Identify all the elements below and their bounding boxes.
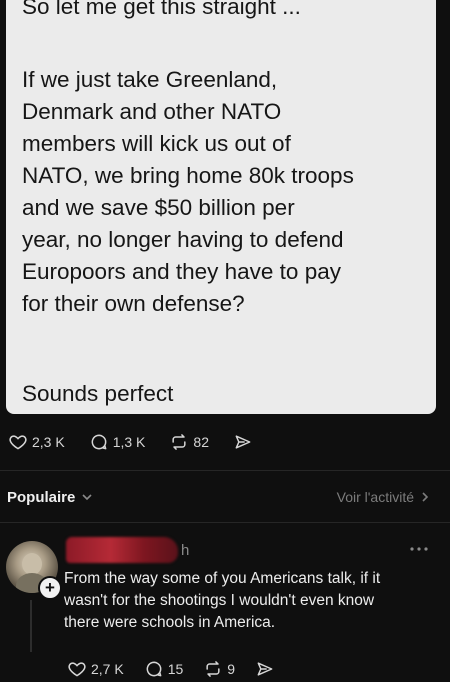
- post-repost-count: 82: [193, 434, 209, 450]
- post-line: members will kick us out of: [22, 131, 291, 156]
- post-reply-count: 1,3 K: [112, 434, 146, 450]
- reply-line: From the way some of you Americans talk,…: [64, 570, 381, 587]
- post-line: year, no longer having to defend: [22, 227, 344, 252]
- post-line: and we save $50 billion per: [22, 195, 295, 220]
- follow-plus-icon[interactable]: +: [38, 576, 62, 600]
- thread-line: [30, 600, 32, 652]
- reply-action-bar: 2,7 K 15 9: [67, 658, 299, 680]
- reply-timestamp: h: [181, 542, 190, 559]
- avatar-face-shape: [22, 553, 42, 575]
- reply-line: wasn't for the shootings I wouldn't even…: [64, 592, 375, 609]
- comment-icon: [146, 661, 162, 677]
- post-line: for their own defense?: [22, 291, 245, 316]
- section-divider: [0, 522, 450, 523]
- post-like-count: 2,3 K: [32, 434, 65, 450]
- reply-repost-button[interactable]: 9: [203, 659, 235, 679]
- post-line: NATO, we bring home 80k troops: [22, 163, 354, 188]
- reply-like-button[interactable]: 2,7 K: [67, 659, 124, 679]
- reply-repost-count: 9: [227, 661, 236, 677]
- reply-reply-count: 15: [167, 661, 184, 677]
- repost-icon: [172, 434, 186, 450]
- chevron-down-icon: [82, 494, 92, 501]
- section-divider: [0, 470, 450, 471]
- reply-like-count: 2,7 K: [91, 661, 124, 677]
- chevron-right-icon: [422, 492, 429, 502]
- post-body: If we just take Greenland, Denmark and o…: [22, 64, 354, 320]
- heart-icon: [9, 435, 27, 450]
- view-activity-link[interactable]: Voir l'activité: [337, 489, 430, 505]
- repost-icon: [206, 661, 220, 677]
- view-activity-label: Voir l'activité: [336, 489, 414, 505]
- post-card: So let me get this straight ... If we ju…: [6, 0, 436, 414]
- redacted-username: [66, 537, 178, 563]
- reply-line: there were schools in America.: [64, 614, 276, 631]
- more-options-icon[interactable]: [409, 545, 429, 553]
- post-closing-line: Sounds perfect: [22, 381, 174, 406]
- reply-share-button[interactable]: [255, 659, 279, 679]
- share-icon: [235, 435, 251, 449]
- post-line: Europoors and they have to pay: [22, 259, 341, 284]
- post-like-button[interactable]: 2,3 K: [8, 432, 65, 452]
- post-line: If we just take Greenland,: [22, 67, 278, 92]
- share-icon: [257, 662, 273, 676]
- post-reply-button[interactable]: 1,3 K: [89, 432, 146, 452]
- reply-text: From the way some of you Americans talk,…: [64, 568, 444, 634]
- post-share-button[interactable]: [233, 432, 257, 452]
- post-repost-button[interactable]: 82: [169, 432, 209, 452]
- comment-icon: [91, 434, 107, 450]
- sort-label: Populaire: [7, 488, 76, 506]
- heart-icon: [68, 662, 86, 677]
- sort-dropdown[interactable]: Populaire: [7, 489, 93, 506]
- post-line: Denmark and other NATO: [22, 99, 282, 124]
- reply-reply-button[interactable]: 15: [144, 659, 184, 679]
- post-action-bar: 2,3 K 1,3 K 82: [8, 430, 281, 454]
- replies-sort-bar: Populaire Voir l'activité: [7, 487, 430, 507]
- post-first-line: So let me get this straight ...: [22, 0, 301, 19]
